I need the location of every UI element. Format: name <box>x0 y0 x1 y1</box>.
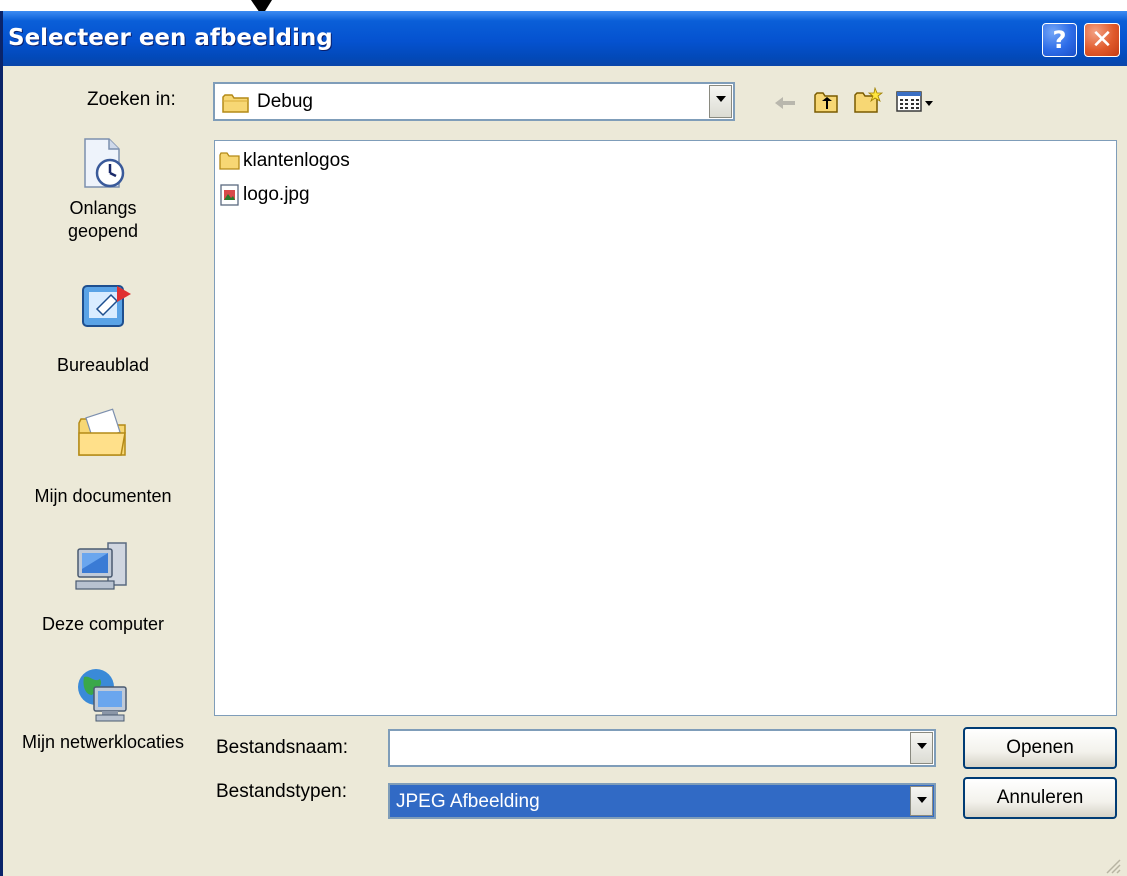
place-label: Mijn netwerklocaties <box>21 732 185 752</box>
place-my-computer[interactable]: Deze computer <box>3 539 203 636</box>
my-documents-icon <box>78 408 126 456</box>
folder-icon <box>219 152 240 170</box>
filename-label: Bestandsnaam: <box>216 737 349 758</box>
dialog-title: Selecteer een afbeelding <box>8 25 333 51</box>
image-file-icon <box>220 184 239 206</box>
places-bar: Onlangs geopend Bureaublad Mijn document… <box>3 77 203 817</box>
help-button[interactable]: ? <box>1042 23 1077 57</box>
filename-input[interactable] <box>388 729 936 767</box>
title-bar[interactable]: Selecteer een afbeelding ? ✕ <box>3 11 1127 66</box>
place-label: Deze computer <box>41 614 165 634</box>
folder-icon <box>222 94 249 113</box>
filetype-value: JPEG Afbeelding <box>396 791 540 812</box>
file-open-dialog: Selecteer een afbeelding ? ✕ Zoeken in: … <box>0 11 1127 876</box>
filetype-dropdown[interactable]: JPEG Afbeelding <box>388 783 936 819</box>
network-places-icon <box>78 669 127 722</box>
new-folder-icon[interactable] <box>853 87 883 114</box>
desktop-icon <box>82 285 131 327</box>
recent-documents-icon <box>84 138 125 188</box>
place-label: Bureaublad <box>56 355 150 375</box>
place-label: Onlangs geopend <box>67 198 139 241</box>
lookin-dropdown-button[interactable] <box>709 85 732 118</box>
place-desktop[interactable]: Bureaublad <box>3 282 203 377</box>
lookin-dropdown[interactable]: Debug <box>213 82 735 121</box>
place-label: Mijn documenten <box>34 486 172 506</box>
filename-dropdown-button[interactable] <box>910 732 933 764</box>
my-computer-icon <box>75 542 127 590</box>
file-name: klantenlogos <box>243 150 350 171</box>
open-button[interactable]: Openen <box>963 727 1117 769</box>
back-arrow-icon[interactable] <box>773 95 797 111</box>
cancel-button[interactable]: Annuleren <box>963 777 1117 819</box>
place-network[interactable]: Mijn netwerklocaties <box>3 665 203 754</box>
file-list[interactable]: klantenlogos logo.jpg <box>214 140 1117 716</box>
place-recent[interactable]: Onlangs geopend <box>3 137 203 243</box>
list-item[interactable]: logo.jpg <box>219 183 310 207</box>
list-item[interactable]: klantenlogos <box>219 149 350 173</box>
filetype-label: Bestandstypen: <box>216 781 347 802</box>
up-one-level-icon[interactable] <box>813 90 839 114</box>
resize-grip[interactable] <box>1103 856 1121 874</box>
close-button[interactable]: ✕ <box>1084 23 1120 57</box>
filetype-dropdown-button[interactable] <box>910 786 933 816</box>
place-my-documents[interactable]: Mijn documenten <box>3 407 203 508</box>
lookin-value: Debug <box>257 91 313 112</box>
file-name: logo.jpg <box>243 184 310 205</box>
view-menu-icon[interactable] <box>896 91 936 113</box>
